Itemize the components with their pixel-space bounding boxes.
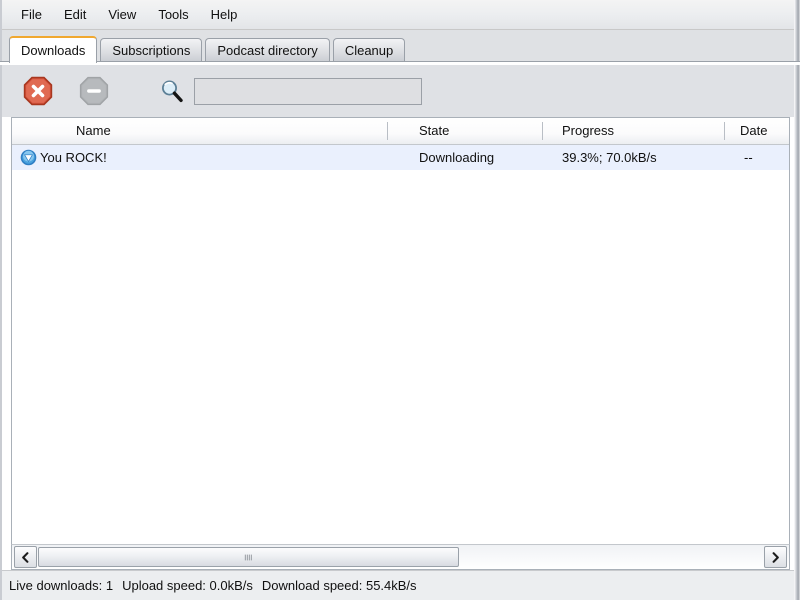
downloads-list: Name State Progress Date You ROCK! Downl…	[11, 117, 790, 544]
menu-file[interactable]: File	[10, 5, 53, 25]
status-download-speed: Download speed: 55.4kB/s	[261, 578, 417, 593]
tab-cleanup[interactable]: Cleanup	[332, 38, 406, 63]
menu-view[interactable]: View	[97, 5, 147, 25]
status-live-downloads: Live downloads: 1	[9, 578, 114, 593]
cell-state: Downloading	[419, 150, 495, 165]
column-header-name[interactable]: Name	[12, 118, 387, 144]
downloads-panel: Name State Progress Date You ROCK! Downl…	[0, 65, 800, 570]
list-body: You ROCK! Downloading 39.3%; 70.0kB/s --	[12, 145, 789, 544]
chevron-right-icon[interactable]	[764, 546, 787, 568]
menu-help[interactable]: Help	[200, 5, 249, 25]
search-magnifier-icon[interactable]	[159, 78, 185, 104]
column-header-progress[interactable]: Progress	[542, 118, 724, 144]
menu-tools[interactable]: Tools	[147, 5, 199, 25]
column-header-progress-label: Progress	[562, 123, 615, 138]
cell-name-label: You ROCK!	[40, 150, 107, 165]
tab-subscriptions[interactable]: Subscriptions	[100, 38, 203, 63]
column-header-date[interactable]: Date	[724, 118, 780, 144]
menu-bar: File Edit View Tools Help	[0, 0, 800, 30]
tab-strip: Downloads Subscriptions Podcast director…	[0, 30, 800, 65]
cancel-octagon-icon[interactable]	[23, 76, 53, 106]
downloads-toolbar	[1, 65, 800, 117]
cell-progress: 39.3%; 70.0kB/s	[562, 150, 657, 165]
tab-podcast-directory[interactable]: Podcast directory	[205, 38, 330, 63]
horizontal-scrollbar[interactable]	[11, 544, 790, 570]
cell-date: --	[744, 150, 753, 165]
column-header-state[interactable]: State	[387, 118, 542, 144]
menu-edit[interactable]: Edit	[53, 5, 97, 25]
scrollbar-track[interactable]	[38, 547, 763, 567]
scrollbar-thumb[interactable]	[38, 547, 459, 567]
column-header-state-label: State	[419, 123, 450, 138]
remove-octagon-icon[interactable]	[79, 76, 109, 106]
column-header-name-label: Name	[76, 123, 111, 138]
download-arrow-icon	[20, 149, 37, 166]
status-upload-speed: Upload speed: 0.0kB/s	[122, 578, 253, 593]
application-window: File Edit View Tools Help Downloads Subs…	[0, 0, 800, 600]
tab-strip-underline	[0, 61, 800, 65]
cell-name: You ROCK!	[12, 145, 387, 170]
status-bar: Live downloads: 1 Upload speed: 0.0kB/s …	[0, 570, 800, 600]
search-input[interactable]	[194, 77, 422, 105]
chevron-left-icon[interactable]	[14, 546, 37, 568]
table-row[interactable]: You ROCK! Downloading 39.3%; 70.0kB/s --	[12, 145, 789, 170]
grip-icon	[244, 554, 252, 560]
column-header-date-label: Date	[740, 123, 768, 138]
list-header-row: Name State Progress Date	[12, 118, 789, 145]
tab-downloads[interactable]: Downloads	[9, 36, 98, 63]
